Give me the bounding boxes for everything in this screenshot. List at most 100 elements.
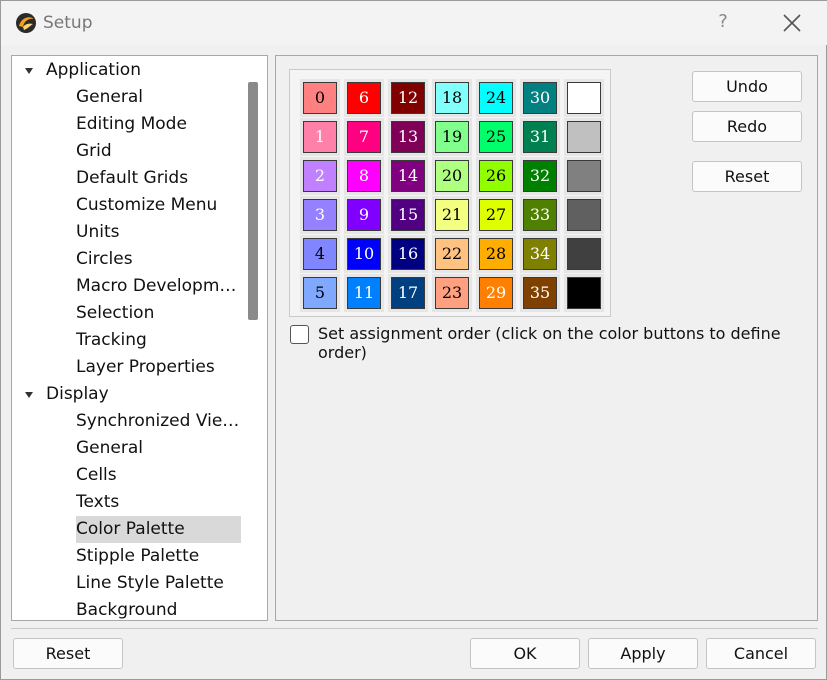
tree-scrollbar[interactable] [248, 82, 258, 320]
color-swatch[interactable] [564, 79, 604, 117]
tree-item-general[interactable]: General [76, 84, 242, 111]
color-swatch[interactable] [564, 196, 604, 234]
tree-item-application[interactable]: Application [46, 57, 141, 84]
color-palette-grid: 0 1 2 3 4 5 6 7 8 9 10 11 12 13 14 15 16 17 18 19 20 21 22 23 24… [289, 69, 611, 317]
tree-item-synchronized-views[interactable]: Synchronized Views [76, 408, 242, 435]
tree-item-label: Texts [76, 492, 120, 512]
color-swatch[interactable]: 23 [432, 274, 472, 312]
color-swatch[interactable] [564, 157, 604, 195]
tree-item-label: Editing Mode [76, 114, 187, 134]
tree-item-label: Synchronized Views [76, 411, 242, 431]
color-swatch[interactable]: 8 [344, 157, 384, 195]
color-swatch[interactable]: 26 [476, 157, 516, 195]
color-swatch[interactable]: 1 [300, 118, 340, 156]
color-swatch[interactable]: 35 [520, 274, 560, 312]
tree-item-label: Layer Properties [76, 357, 215, 377]
tree-item-macro-developme[interactable]: Macro Developme... [76, 273, 242, 300]
tree-item-label: Selection [76, 303, 155, 323]
settings-tree[interactable]: Application General Editing Mode Grid Defaul… [11, 55, 268, 621]
tree-item-tracking[interactable]: Tracking [76, 327, 242, 354]
tree-item-label: General [76, 87, 143, 107]
tree-item-label: Application [46, 60, 141, 80]
color-swatch[interactable]: 18 [432, 79, 472, 117]
color-swatch[interactable]: 10 [344, 235, 384, 273]
color-palette-page: 0 1 2 3 4 5 6 7 8 9 10 11 12 13 14 15 16 17 18 19 20 21 22 23 24… [275, 55, 818, 621]
color-swatch[interactable]: 34 [520, 235, 560, 273]
expand-arrow-icon[interactable] [24, 66, 34, 76]
tree-item-stipple-palette[interactable]: Stipple Palette [76, 543, 242, 570]
color-swatch[interactable] [564, 235, 604, 273]
tree-item-editing-mode[interactable]: Editing Mode [76, 111, 242, 138]
title-bar: Setup ? [1, 1, 827, 45]
color-swatch[interactable]: 14 [388, 157, 428, 195]
color-swatch[interactable]: 24 [476, 79, 516, 117]
tree-item-line-style-palette[interactable]: Line Style Palette [76, 570, 242, 597]
tree-item-default-grids[interactable]: Default Grids [76, 165, 242, 192]
expand-arrow-icon[interactable] [24, 390, 34, 400]
tree-item-label: Background [76, 600, 178, 620]
tree-item-label: Circles [76, 249, 133, 269]
tree-item-label: Stipple Palette [76, 546, 200, 566]
tree-item-customize-menu[interactable]: Customize Menu [76, 192, 242, 219]
apply-button[interactable]: Apply [588, 638, 698, 669]
color-swatch[interactable]: 6 [344, 79, 384, 117]
color-swatch[interactable]: 2 [300, 157, 340, 195]
color-swatch[interactable]: 11 [344, 274, 384, 312]
tree-item-label: Cells [76, 465, 117, 485]
color-swatch[interactable]: 17 [388, 274, 428, 312]
tree-item-grid[interactable]: Grid [76, 138, 242, 165]
color-swatch[interactable]: 19 [432, 118, 472, 156]
tree-item-general[interactable]: General [76, 435, 242, 462]
color-swatch[interactable]: 33 [520, 196, 560, 234]
color-swatch[interactable]: 5 [300, 274, 340, 312]
color-swatch[interactable]: 15 [388, 196, 428, 234]
color-swatch[interactable] [564, 274, 604, 312]
reset-button[interactable]: Reset [13, 638, 123, 669]
undo-button[interactable]: Undo [692, 71, 802, 102]
tree-item-label: Customize Menu [76, 195, 218, 215]
tree-item-units[interactable]: Units [76, 219, 242, 246]
assignment-order-label: Set assignment order (click on the color… [318, 324, 781, 362]
color-swatch[interactable]: 20 [432, 157, 472, 195]
cancel-button[interactable]: Cancel [706, 638, 816, 669]
ok-button[interactable]: OK [470, 638, 580, 669]
tree-item-label: Macro Developme... [76, 276, 242, 296]
color-swatch[interactable]: 16 [388, 235, 428, 273]
tree-item-texts[interactable]: Texts [76, 489, 242, 516]
color-swatch[interactable]: 30 [520, 79, 560, 117]
color-swatch[interactable]: 25 [476, 118, 516, 156]
color-swatch[interactable]: 12 [388, 79, 428, 117]
color-swatch[interactable]: 4 [300, 235, 340, 273]
color-swatch[interactable]: 22 [432, 235, 472, 273]
color-swatch[interactable]: 0 [300, 79, 340, 117]
color-swatch[interactable]: 27 [476, 196, 516, 234]
tree-item-label: Display [46, 384, 109, 404]
tree-item-color-palette[interactable]: Color Palette [76, 516, 242, 543]
color-swatch[interactable]: 7 [344, 118, 384, 156]
tree-item-selection[interactable]: Selection [76, 300, 242, 327]
color-swatch[interactable]: 13 [388, 118, 428, 156]
color-swatch[interactable]: 28 [476, 235, 516, 273]
setup-dialog: Setup ? Application General Editing Mode Gr… [0, 0, 827, 680]
color-swatch[interactable]: 31 [520, 118, 560, 156]
help-button[interactable]: ? [713, 11, 733, 32]
assignment-order-checkbox[interactable] [290, 325, 309, 344]
redo-button[interactable]: Redo [692, 111, 802, 142]
tree-item-label: Units [76, 222, 120, 242]
color-swatch[interactable]: 9 [344, 196, 384, 234]
tree-item-cells[interactable]: Cells [76, 462, 242, 489]
close-icon[interactable] [779, 10, 805, 36]
color-swatch[interactable] [564, 118, 604, 156]
color-swatch[interactable]: 21 [432, 196, 472, 234]
tree-item-circles[interactable]: Circles [76, 246, 242, 273]
palette-reset-button[interactable]: Reset [692, 161, 802, 192]
tree-item-layer-properties[interactable]: Layer Properties [76, 354, 242, 381]
color-swatch[interactable]: 3 [300, 196, 340, 234]
tree-item-background[interactable]: Background [76, 597, 242, 620]
color-swatch[interactable]: 32 [520, 157, 560, 195]
tree-item-display[interactable]: Display [46, 381, 109, 408]
tree-item-label: Tracking [76, 330, 147, 350]
tree-item-label: Default Grids [76, 168, 189, 188]
tree-item-label: Color Palette [76, 519, 185, 539]
color-swatch[interactable]: 29 [476, 274, 516, 312]
